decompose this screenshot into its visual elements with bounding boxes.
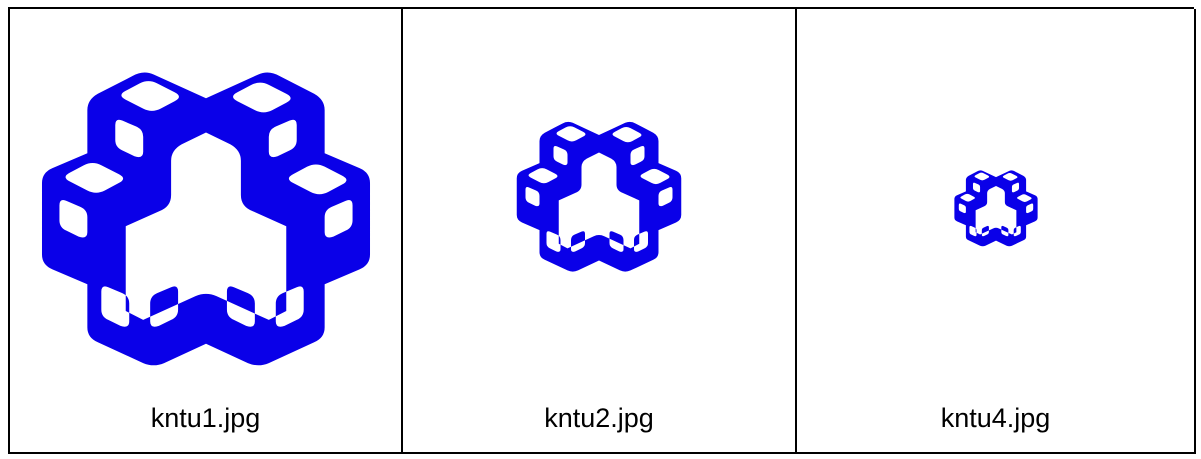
table-cell-kntu1: kntu1.jpg [10,9,403,454]
kntu-logo-icon [11,67,379,396]
image-caption: kntu2.jpg [544,403,654,433]
kntu-logo-icon [501,119,686,288]
image-comparison-table: kntu1.jpg kntu2.jpg kntu4.jpg [8,7,1196,454]
table-cell-kntu4: kntu4.jpg [797,9,1196,454]
image-caption: kntu1.jpg [150,403,261,433]
image-caption: kntu4.jpg [940,403,1051,433]
table-cell-kntu2: kntu2.jpg [403,9,797,454]
kntu-logo-icon [946,169,1040,255]
